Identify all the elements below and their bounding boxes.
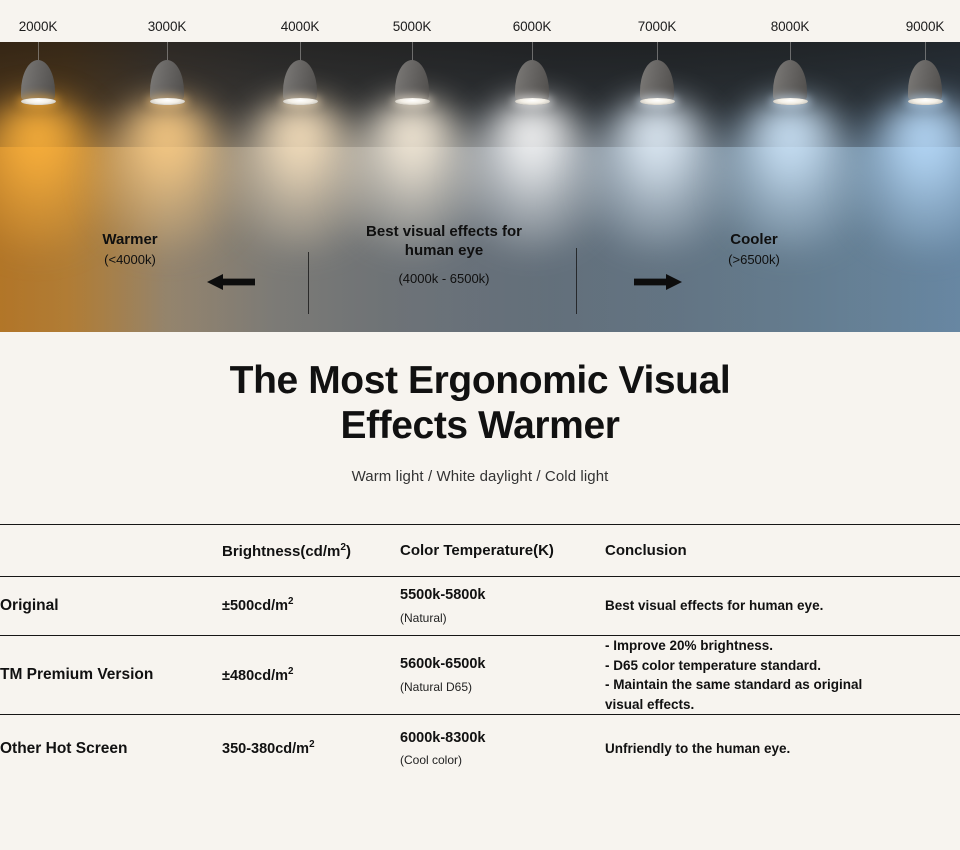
kelvin-tick-9000k: 9000K bbox=[905, 19, 945, 34]
table-header-conclusion: Conclusion bbox=[605, 542, 687, 559]
page-title-line2: Effects Warmer bbox=[340, 404, 620, 447]
page-title: The Most Ergonomic Visual Effects Warmer bbox=[0, 332, 960, 448]
table-row: Other Hot Screen 350-380cd/m2 6000k-8300… bbox=[0, 714, 960, 783]
row-temperature-value: 5500k-5800k bbox=[400, 587, 486, 604]
pendant-lamp-6 bbox=[582, 42, 732, 262]
best-visual-title-line2: human eye bbox=[404, 241, 484, 259]
warmer-label: Warmer (<4000k) bbox=[102, 231, 157, 269]
footer-whitespace bbox=[0, 776, 960, 850]
row-conclusion-text: Best visual effects for human eye. bbox=[605, 598, 824, 614]
hero-divider-right bbox=[576, 248, 577, 314]
row-brightness-value: ±500cd/m2 bbox=[222, 596, 294, 615]
row-temperature-value: 5600k-6500k bbox=[400, 656, 486, 673]
lamp-rim-3 bbox=[282, 98, 318, 105]
table-header-row: Brightness(cd/m2) Color Temperature(K) C… bbox=[0, 524, 960, 577]
lamp-rim-1 bbox=[20, 98, 56, 105]
headline-block: The Most Ergonomic Visual Effects Warmer… bbox=[0, 332, 960, 485]
hero-divider-left bbox=[308, 252, 309, 314]
page-title-line1: The Most Ergonomic Visual bbox=[229, 359, 731, 402]
kelvin-tick-4000k: 4000K bbox=[280, 19, 320, 34]
table-header-brightness-tail: ) bbox=[346, 542, 352, 560]
table-row: Original ±500cd/m2 5500k-5800k (Natural)… bbox=[0, 576, 960, 636]
lamp-cord-2 bbox=[166, 42, 168, 62]
pendant-lamp-1 bbox=[0, 42, 113, 262]
kelvin-scale: 2000K 3000K 4000K 5000K 6000K 7000K 8000… bbox=[0, 0, 960, 42]
table-header-name bbox=[0, 525, 222, 577]
row-temperature-note: (Cool color) bbox=[400, 753, 463, 767]
lamp-rim-2 bbox=[149, 98, 185, 105]
cooler-arrow-icon bbox=[634, 274, 682, 290]
table-header-temperature: Color Temperature(K) bbox=[400, 542, 554, 559]
row-brightness-tm-premium: ±480cd/m2 bbox=[222, 636, 400, 715]
cooler-label: Cooler (>6500k) bbox=[728, 231, 780, 269]
kelvin-tick-6000k: 6000K bbox=[512, 19, 552, 34]
row-name-other-hot-screen: Other Hot Screen bbox=[0, 739, 128, 757]
row-temperature-note: (Natural) bbox=[400, 610, 447, 625]
color-temperature-hero-image: Warmer (<4000k) Best visual effects for … bbox=[0, 42, 960, 332]
lamp-cord-5 bbox=[531, 42, 533, 62]
lamp-rim-4 bbox=[394, 98, 430, 105]
lamp-rim-8 bbox=[907, 98, 943, 105]
row-name-tm-premium: TM Premium Version bbox=[0, 666, 154, 684]
lamp-cord-8 bbox=[924, 42, 926, 62]
lamp-cord-4 bbox=[411, 42, 413, 62]
pendant-lamp-8 bbox=[850, 42, 960, 262]
warmer-arrow-icon bbox=[207, 274, 255, 290]
comparison-table: Brightness(cd/m2) Color Temperature(K) C… bbox=[0, 524, 960, 784]
kelvin-tick-5000k: 5000K bbox=[392, 19, 432, 34]
best-visual-range: (4000k - 6500k) bbox=[398, 270, 490, 286]
pendant-lamp-3 bbox=[225, 42, 375, 262]
warmer-range: (<4000k) bbox=[104, 251, 156, 267]
lamp-cord-1 bbox=[37, 42, 39, 62]
row-brightness-other: 350-380cd/m2 bbox=[222, 715, 400, 783]
cooler-range: (>6500k) bbox=[728, 251, 780, 267]
best-visual-title-line1: Best visual effects for bbox=[366, 223, 522, 240]
row-temperature-note: (Natural D65) bbox=[400, 679, 473, 694]
row-temperature-tm-premium: 5600k-6500k (Natural D65) bbox=[400, 636, 605, 715]
product-infographic-page: 2000K 3000K 4000K 5000K 6000K 7000K 8000… bbox=[0, 0, 960, 850]
row-temperature-other: 6000k-8300k (Cool color) bbox=[400, 715, 605, 783]
lamp-rim-5 bbox=[514, 98, 550, 105]
row-brightness-value: ±480cd/m2 bbox=[222, 665, 294, 684]
kelvin-tick-8000k: 8000K bbox=[770, 19, 810, 34]
row-brightness-value: 350-380cd/m2 bbox=[222, 738, 315, 757]
row-temperature-value: 6000k-8300k bbox=[400, 729, 486, 746]
row-conclusion-tm-premium: - Improve 20% brightness. - D65 color te… bbox=[605, 636, 960, 715]
lamp-cord-3 bbox=[299, 42, 301, 62]
row-conclusion-text: Unfriendly to the human eye. bbox=[605, 740, 791, 756]
pendant-lamp-2 bbox=[92, 42, 242, 262]
warmer-title: Warmer bbox=[102, 231, 158, 248]
kelvin-tick-7000k: 7000K bbox=[637, 19, 677, 34]
lamp-rim-6 bbox=[639, 98, 675, 105]
row-conclusion-other: Unfriendly to the human eye. bbox=[605, 715, 960, 783]
table-header-brightness: Brightness(cd/m2) bbox=[222, 525, 400, 577]
kelvin-tick-3000k: 3000K bbox=[147, 19, 187, 34]
cooler-title: Cooler bbox=[730, 231, 778, 248]
kelvin-tick-2000k: 2000K bbox=[18, 19, 58, 34]
row-temperature-original: 5500k-5800k (Natural) bbox=[400, 577, 605, 636]
row-brightness-original: ±500cd/m2 bbox=[222, 577, 400, 636]
row-conclusion-original: Best visual effects for human eye. bbox=[605, 577, 960, 636]
row-conclusion-text: - Improve 20% brightness. - D65 color te… bbox=[605, 638, 863, 712]
page-subtitle: Warm light / White daylight / Cold light bbox=[351, 468, 609, 485]
row-name-original: Original bbox=[0, 597, 59, 614]
table-header-brightness-text: Brightness(cd/m bbox=[222, 542, 341, 560]
table-row: TM Premium Version ±480cd/m2 5600k-6500k… bbox=[0, 635, 960, 715]
lamp-rim-7 bbox=[772, 98, 808, 105]
lamp-cord-7 bbox=[789, 42, 791, 62]
best-visual-label: Best visual effects for human eye (4000k… bbox=[366, 223, 522, 288]
pendant-lamp-7 bbox=[715, 42, 865, 262]
lamp-cord-6 bbox=[656, 42, 658, 62]
